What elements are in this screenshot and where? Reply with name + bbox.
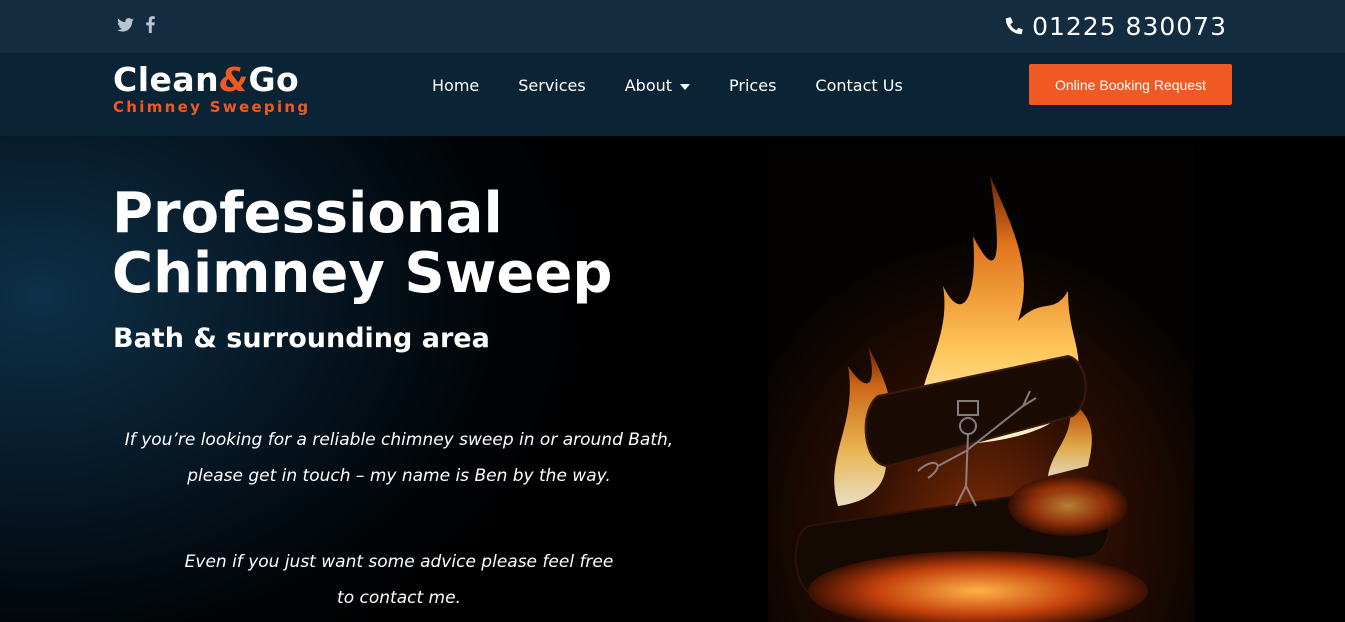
intro-paragraph: If you’re looking for a reliable chimney… (100, 422, 698, 494)
nav-home[interactable]: Home (432, 76, 479, 95)
nav-contact[interactable]: Contact Us (815, 76, 902, 95)
nav-about[interactable]: About (624, 76, 691, 95)
primary-nav: Home Services About Prices Contact Us (432, 76, 903, 95)
nav-home-label: Home (432, 76, 480, 95)
top-bar: 01225 830073 (0, 0, 1345, 53)
online-booking-button[interactable]: Online Booking Request (1029, 64, 1232, 105)
hero-title-line-1: Professional (112, 181, 503, 246)
advice-paragraph: Even if you just want some advice please… (100, 544, 698, 616)
fireplace-image (768, 146, 1194, 622)
logo-clean: Clean (113, 60, 220, 99)
hero-section: Professional Chimney Sweep Bath & surrou… (0, 136, 1345, 622)
intro-line-1: If you’re looking for a reliable chimney… (124, 430, 674, 450)
nav-prices-label: Prices (729, 76, 777, 95)
logo-wordmark: Clean&Go (113, 62, 310, 98)
logo-tagline: Chimney Sweeping (113, 98, 311, 116)
main-navbar: Clean&Go Chimney Sweeping Home Services … (0, 53, 1345, 136)
facebook-icon[interactable] (146, 16, 155, 37)
advice-line-1: Even if you just want some advice please… (184, 552, 614, 572)
chevron-down-icon (680, 83, 691, 90)
twitter-icon[interactable] (117, 17, 134, 36)
logo-go: Go (248, 60, 300, 99)
phone-icon (1005, 12, 1024, 41)
nav-about-label: About (624, 76, 673, 95)
nav-services[interactable]: Services (518, 76, 585, 95)
hero-title-line-2: Chimney Sweep (112, 241, 613, 306)
hero-subtitle: Bath & surrounding area (113, 323, 490, 354)
social-links (117, 16, 155, 37)
site-logo[interactable]: Clean&Go Chimney Sweeping (113, 62, 311, 117)
nav-contact-label: Contact Us (815, 76, 903, 95)
phone-text: 01225 830073 (1032, 12, 1227, 41)
hero-title: Professional Chimney Sweep (112, 184, 672, 304)
advice-line-2: to contact me. (337, 588, 461, 608)
phone-number[interactable]: 01225 830073 (1005, 12, 1227, 41)
intro-line-2: please get in touch – my name is Ben by … (187, 466, 611, 486)
nav-services-label: Services (518, 76, 586, 95)
nav-prices[interactable]: Prices (729, 76, 776, 95)
logo-ampersand: & (219, 60, 249, 99)
